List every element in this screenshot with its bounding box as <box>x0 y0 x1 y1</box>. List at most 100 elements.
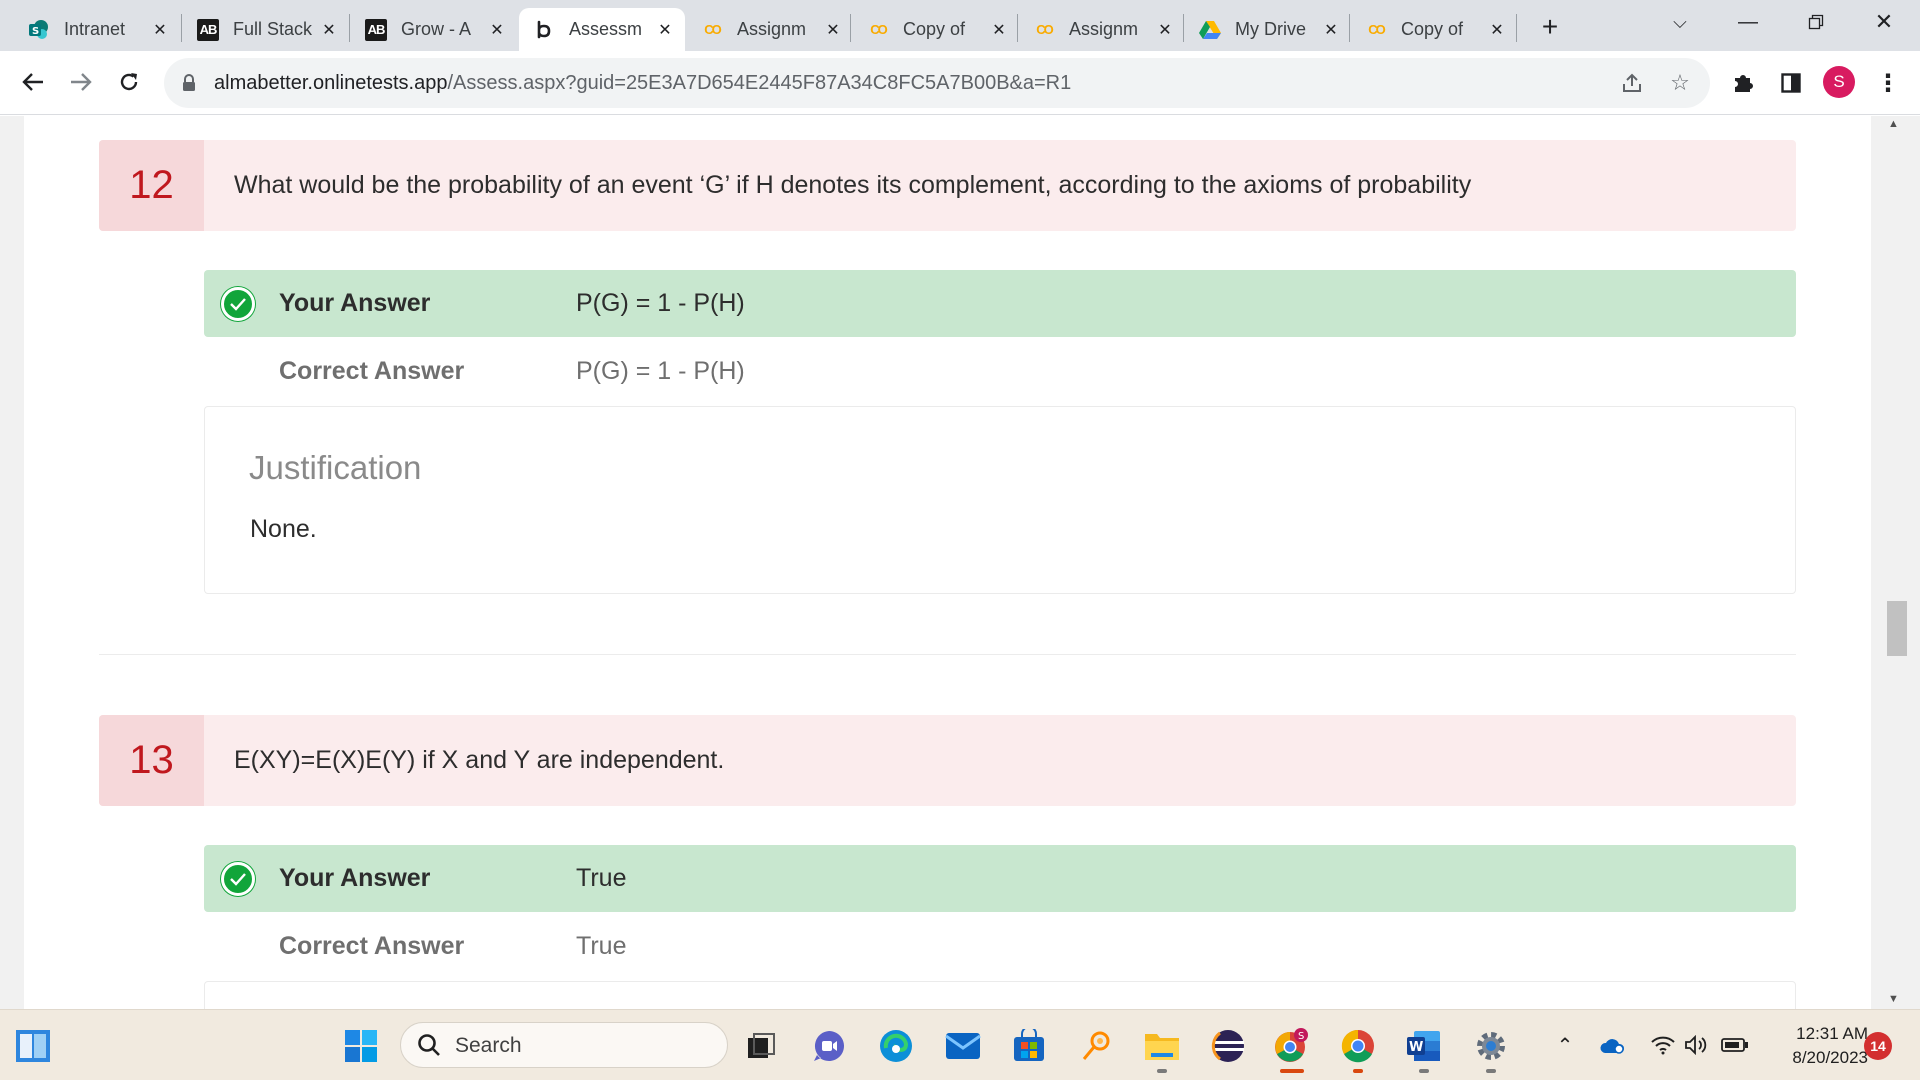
tab-title: Grow - A <box>401 19 472 39</box>
show-hidden-icons-chevron-icon[interactable]: ⌃ <box>1550 1030 1580 1060</box>
settings-gear-icon[interactable] <box>1472 1027 1510 1065</box>
your-answer-row: Your Answer True <box>204 845 1796 912</box>
tab-search-chevron-icon[interactable]: ⌵ <box>1650 0 1710 44</box>
tab-my-drive[interactable]: My Drive ✕ <box>1185 8 1351 51</box>
close-icon[interactable]: ✕ <box>989 20 1009 40</box>
your-answer-label: Your Answer <box>279 864 431 892</box>
extensions-puzzle-icon[interactable] <box>1728 68 1758 98</box>
tab-copy-of-2[interactable]: CO Copy of ✕ <box>1351 8 1517 51</box>
wifi-icon[interactable] <box>1648 1030 1678 1060</box>
lock-icon[interactable] <box>182 74 196 92</box>
back-button[interactable] <box>16 65 50 99</box>
task-view-icon[interactable] <box>742 1027 780 1065</box>
new-tab-button[interactable]: + <box>1535 11 1565 42</box>
colab-icon: CO <box>870 22 888 37</box>
running-indicator <box>1353 1069 1363 1073</box>
question-number: 12 <box>99 140 204 231</box>
close-icon[interactable]: ✕ <box>1155 20 1175 40</box>
close-icon[interactable]: ✕ <box>150 20 170 40</box>
tab-grow[interactable]: AB Grow - A ✕ <box>351 8 517 51</box>
close-icon[interactable]: ✕ <box>319 20 339 40</box>
microsoft-store-icon[interactable] <box>1010 1027 1048 1065</box>
teams-chat-icon[interactable] <box>810 1027 848 1065</box>
running-indicator <box>1486 1069 1496 1073</box>
correct-answer-label: Correct Answer <box>279 932 465 960</box>
colab-icon: CO <box>1036 22 1054 37</box>
restore-button[interactable] <box>1786 0 1846 44</box>
tab-title: Full Stack <box>233 19 313 39</box>
battery-icon[interactable] <box>1720 1030 1750 1060</box>
url-host: almabetter.onlinetests.app <box>214 72 448 94</box>
your-answer-value: P(G) = 1 - P(H) <box>576 289 745 317</box>
correct-answer-row: Correct Answer True <box>204 913 1796 980</box>
tab-separator <box>850 14 851 42</box>
close-icon[interactable]: ✕ <box>1487 20 1507 40</box>
eclipse-icon[interactable] <box>1209 1027 1247 1065</box>
correct-answer-value: True <box>576 932 627 960</box>
tab-title: Assessm <box>569 19 643 39</box>
check-icon <box>221 862 255 896</box>
page-viewport: 12 What would be the probability of an e… <box>0 116 1920 1009</box>
tab-full-stack[interactable]: AB Full Stack ✕ <box>183 8 349 51</box>
chrome-icon[interactable] <box>1339 1027 1377 1065</box>
start-windows-icon[interactable] <box>342 1027 380 1065</box>
active-app-indicator <box>1280 1069 1304 1073</box>
close-window-button[interactable]: ✕ <box>1854 0 1914 44</box>
postman-icon[interactable] <box>1077 1027 1115 1065</box>
your-answer-value: True <box>576 864 627 892</box>
close-icon[interactable]: ✕ <box>823 20 843 40</box>
colab-icon: CO <box>704 22 722 37</box>
tab-copy-of-1[interactable]: CO Copy of ✕ <box>853 8 1019 51</box>
notification-badge[interactable]: 14 <box>1864 1032 1892 1060</box>
profile-avatar[interactable]: S <box>1823 66 1855 98</box>
clock-time: 12:31 AM <box>1796 1024 1868 1043</box>
side-panel-icon[interactable] <box>1776 68 1806 98</box>
tab-title: Assignm <box>1069 19 1139 39</box>
url-path: /Assess.aspx?guid=25E3A7D654E2445F87A34C… <box>447 72 1072 94</box>
kebab-menu-icon[interactable]: ⋮ <box>1873 68 1903 98</box>
tab-intranet[interactable]: S Intranet ✕ <box>14 8 180 51</box>
vertical-scrollbar[interactable]: ▲ ▼ <box>1871 116 1920 1009</box>
search-placeholder: Search <box>455 1034 522 1057</box>
close-icon[interactable]: ✕ <box>487 20 507 40</box>
check-icon <box>221 287 255 321</box>
search-icon <box>417 1033 441 1057</box>
volume-icon[interactable] <box>1682 1030 1712 1060</box>
tab-assessment[interactable]: Assessm ✕ <box>519 8 685 51</box>
edge-browser-icon[interactable] <box>877 1027 915 1065</box>
taskbar-search[interactable]: Search <box>400 1022 728 1068</box>
chrome-profile-icon[interactable]: S <box>1272 1027 1310 1065</box>
question-number: 13 <box>99 715 204 806</box>
tab-separator <box>1017 14 1018 42</box>
ab-icon: AB <box>365 18 387 41</box>
tab-assignment-2[interactable]: CO Assignm ✕ <box>1019 8 1185 51</box>
scrollbar-thumb[interactable] <box>1887 601 1907 656</box>
address-bar[interactable]: almabetter.onlinetests.app/Assess.aspx?g… <box>164 58 1710 108</box>
widgets-icon[interactable] <box>14 1027 52 1065</box>
file-explorer-icon[interactable] <box>1143 1027 1181 1065</box>
svg-text:S: S <box>1298 1031 1304 1042</box>
tab-title: Copy of <box>903 19 966 39</box>
correct-answer-row: Correct Answer P(G) = 1 - P(H) <box>204 338 1796 405</box>
scroll-down-arrow-icon[interactable]: ▼ <box>1888 993 1899 1005</box>
bookmark-star-icon[interactable]: ☆ <box>1667 70 1693 96</box>
taskbar: Search S W ⌃ 12:31 AM 8/20/2023 14 <box>0 1009 1920 1080</box>
word-icon[interactable]: W <box>1405 1027 1443 1065</box>
google-drive-icon <box>1199 19 1221 41</box>
question-text: E(XY)=E(X)E(Y) if X and Y are independen… <box>234 746 725 774</box>
mail-icon[interactable] <box>944 1027 982 1065</box>
scroll-up-arrow-icon[interactable]: ▲ <box>1888 118 1899 130</box>
close-icon[interactable]: ✕ <box>1321 20 1341 40</box>
svg-text:W: W <box>1409 1040 1423 1055</box>
tab-assignment-1[interactable]: CO Assignm ✕ <box>687 8 853 51</box>
reload-button[interactable] <box>112 65 146 99</box>
share-icon[interactable] <box>1619 70 1645 96</box>
close-icon[interactable]: ✕ <box>655 20 675 40</box>
tab-title: My Drive <box>1235 19 1306 39</box>
system-clock[interactable]: 12:31 AM 8/20/2023 <box>1760 1022 1868 1070</box>
url-text[interactable]: almabetter.onlinetests.app/Assess.aspx?g… <box>214 72 1071 95</box>
onedrive-cloud-icon[interactable] <box>1597 1030 1627 1060</box>
minimize-button[interactable]: — <box>1718 0 1778 44</box>
question-header: 13 E(XY)=E(X)E(Y) if X and Y are indepen… <box>99 715 1796 806</box>
forward-button[interactable] <box>64 65 98 99</box>
